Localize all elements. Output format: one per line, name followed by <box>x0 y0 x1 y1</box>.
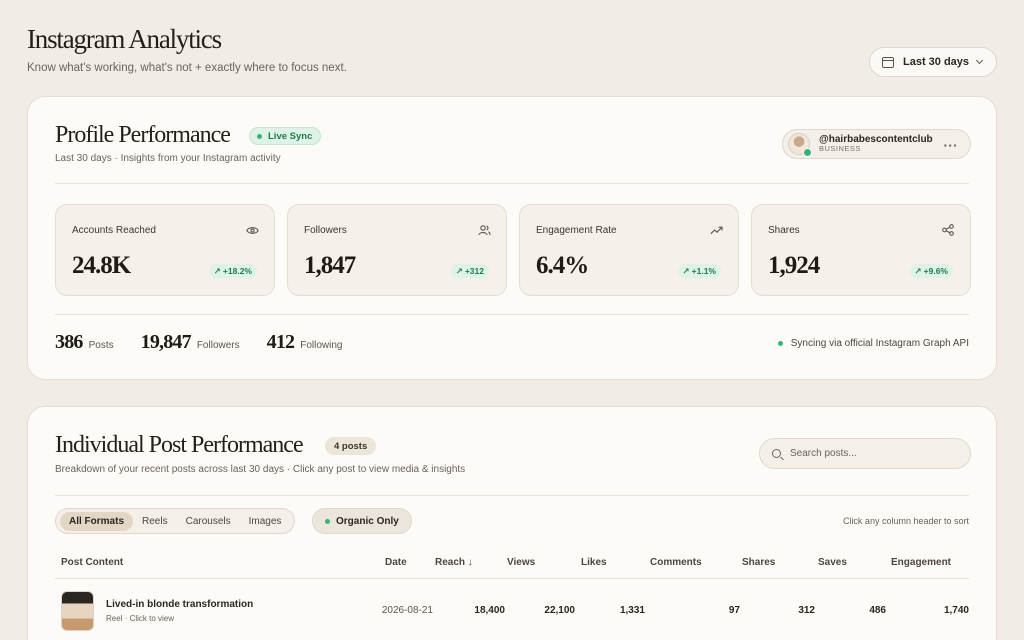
organic-only-label: Organic Only <box>336 515 399 527</box>
stat-label: Shares <box>768 225 800 236</box>
search-input[interactable]: Search posts... <box>759 438 971 469</box>
table-row[interactable]: Lived-in blonde transformation Reel · Cl… <box>55 578 969 640</box>
organic-only-toggle[interactable]: Organic Only <box>312 508 412 534</box>
column-header-reach[interactable]: Reach ↓ <box>435 557 473 568</box>
following-count: 412 <box>266 331 295 353</box>
post-title: Lived-in blonde transformation <box>106 599 254 610</box>
more-options-icon[interactable]: ··· <box>944 138 959 153</box>
divider <box>55 314 969 315</box>
post-performance-card: Individual Post Performance 4 posts Brea… <box>27 406 997 640</box>
post-subtitle: Reel · Click to view <box>106 614 175 623</box>
stat-followers[interactable]: Followers 1,847 ↗ +312 <box>287 204 507 296</box>
posts-count: 386 <box>55 331 83 353</box>
profile-performance-title: Profile Performance <box>55 122 231 148</box>
stat-label: Followers <box>304 225 347 236</box>
column-header-post-content[interactable]: Post Content <box>61 557 123 568</box>
column-header-shares[interactable]: Shares <box>742 557 775 568</box>
filter-carousels[interactable]: Carousels <box>177 512 240 531</box>
divider <box>55 183 969 184</box>
cell-likes: 1,331 <box>619 605 645 616</box>
live-sync-label: Live Sync <box>268 130 313 142</box>
calendar-icon <box>882 56 894 68</box>
profile-performance-subtitle: Last 30 days · Insights from your Instag… <box>55 153 281 164</box>
users-icon <box>476 222 492 238</box>
trend-up-icon: ↗ <box>914 265 922 276</box>
cell-saves: 486 <box>869 605 886 616</box>
avatar <box>788 133 812 157</box>
live-dot-icon <box>257 133 262 139</box>
trend-up-icon: ↗ <box>682 265 690 276</box>
stat-value: 24.8K <box>72 252 131 279</box>
filter-reels[interactable]: Reels <box>133 512 177 531</box>
column-header-saves[interactable]: Saves <box>818 557 847 568</box>
sync-status: Syncing via official Instagram Graph API <box>777 338 969 349</box>
stat-value: 1,924 <box>768 252 820 279</box>
following-count-label: Following <box>300 340 343 351</box>
stat-shares[interactable]: Shares 1,924 ↗ +9.6% <box>751 204 971 296</box>
trending-up-icon <box>708 222 724 238</box>
stat-delta: +9.6% <box>923 266 948 276</box>
live-sync-badge: Live Sync <box>249 127 322 145</box>
followers-count-label: Followers <box>196 340 240 351</box>
page-subtitle: Know what's working, what's not + exactl… <box>27 62 347 74</box>
date-range-label: Last 30 days <box>903 56 970 68</box>
posts-count-label: Posts <box>88 340 114 351</box>
stat-delta-badge: ↗ +312 <box>450 264 489 278</box>
profile-performance-card: Profile Performance Live Sync Last 30 da… <box>27 96 997 380</box>
stat-delta-badge: ↗ +1.1% <box>677 264 721 278</box>
stat-label: Engagement Rate <box>536 225 617 236</box>
stat-delta: +18.2% <box>222 266 252 276</box>
eye-icon <box>244 222 260 238</box>
column-header-views[interactable]: Views <box>507 557 535 568</box>
organic-dot-icon <box>325 518 330 524</box>
column-header-likes[interactable]: Likes <box>581 557 607 568</box>
chevron-down-icon <box>976 56 984 65</box>
stat-delta-badge: ↗ +18.2% <box>208 264 257 278</box>
sort-hint: Click any column header to sort <box>842 516 969 526</box>
column-header-date[interactable]: Date <box>385 557 407 568</box>
date-range-button[interactable]: Last 30 days <box>869 47 997 77</box>
search-placeholder: Search posts... <box>790 448 857 459</box>
stat-delta: +312 <box>464 266 484 276</box>
filter-images[interactable]: Images <box>240 512 291 531</box>
stat-label: Accounts Reached <box>72 225 156 236</box>
cell-views: 22,100 <box>544 605 575 616</box>
followers-count: 19,847 <box>140 331 192 353</box>
stat-accounts-reached[interactable]: Accounts Reached 24.8K ↗ +18.2% <box>55 204 275 296</box>
format-filter-group: All Formats Reels Carousels Images <box>55 508 296 534</box>
trend-up-icon: ↗ <box>213 265 221 276</box>
filter-all-formats[interactable]: All Formats <box>60 511 134 531</box>
sync-status-text: Syncing via official Instagram Graph API <box>790 338 969 349</box>
post-count-badge: 4 posts <box>325 437 377 455</box>
cell-date: 2026-08-21 <box>381 605 433 616</box>
cell-shares: 312 <box>798 605 815 616</box>
stat-delta: +1.1% <box>691 266 716 276</box>
divider <box>55 495 969 496</box>
post-thumbnail[interactable] <box>61 591 94 631</box>
verified-check-icon <box>803 148 812 157</box>
share-icon <box>940 222 956 238</box>
search-icon <box>772 449 781 458</box>
post-performance-title: Individual Post Performance <box>55 432 304 458</box>
cell-comments: 97 <box>728 605 740 616</box>
account-switcher[interactable]: @hairbabescontentclub BUSINESS ··· <box>782 129 971 159</box>
post-performance-subtitle: Breakdown of your recent posts across la… <box>55 464 466 475</box>
cell-engagement: 1,740 <box>943 605 969 616</box>
profile-counts: 386 Posts 19,847 Followers 412 Following <box>55 331 369 354</box>
column-header-comments[interactable]: Comments <box>650 557 702 568</box>
sync-dot-icon <box>777 341 783 346</box>
page-title: Instagram Analytics <box>27 24 222 54</box>
account-type: BUSINESS <box>819 144 861 154</box>
trend-up-icon: ↗ <box>455 265 463 276</box>
column-header-engagement[interactable]: Engagement <box>891 557 951 568</box>
stat-value: 1,847 <box>304 252 356 279</box>
stat-value: 6.4% <box>536 252 589 279</box>
stat-engagement-rate[interactable]: Engagement Rate 6.4% ↗ +1.1% <box>519 204 739 296</box>
cell-reach: 18,400 <box>474 605 505 616</box>
stat-delta-badge: ↗ +9.6% <box>909 264 953 278</box>
